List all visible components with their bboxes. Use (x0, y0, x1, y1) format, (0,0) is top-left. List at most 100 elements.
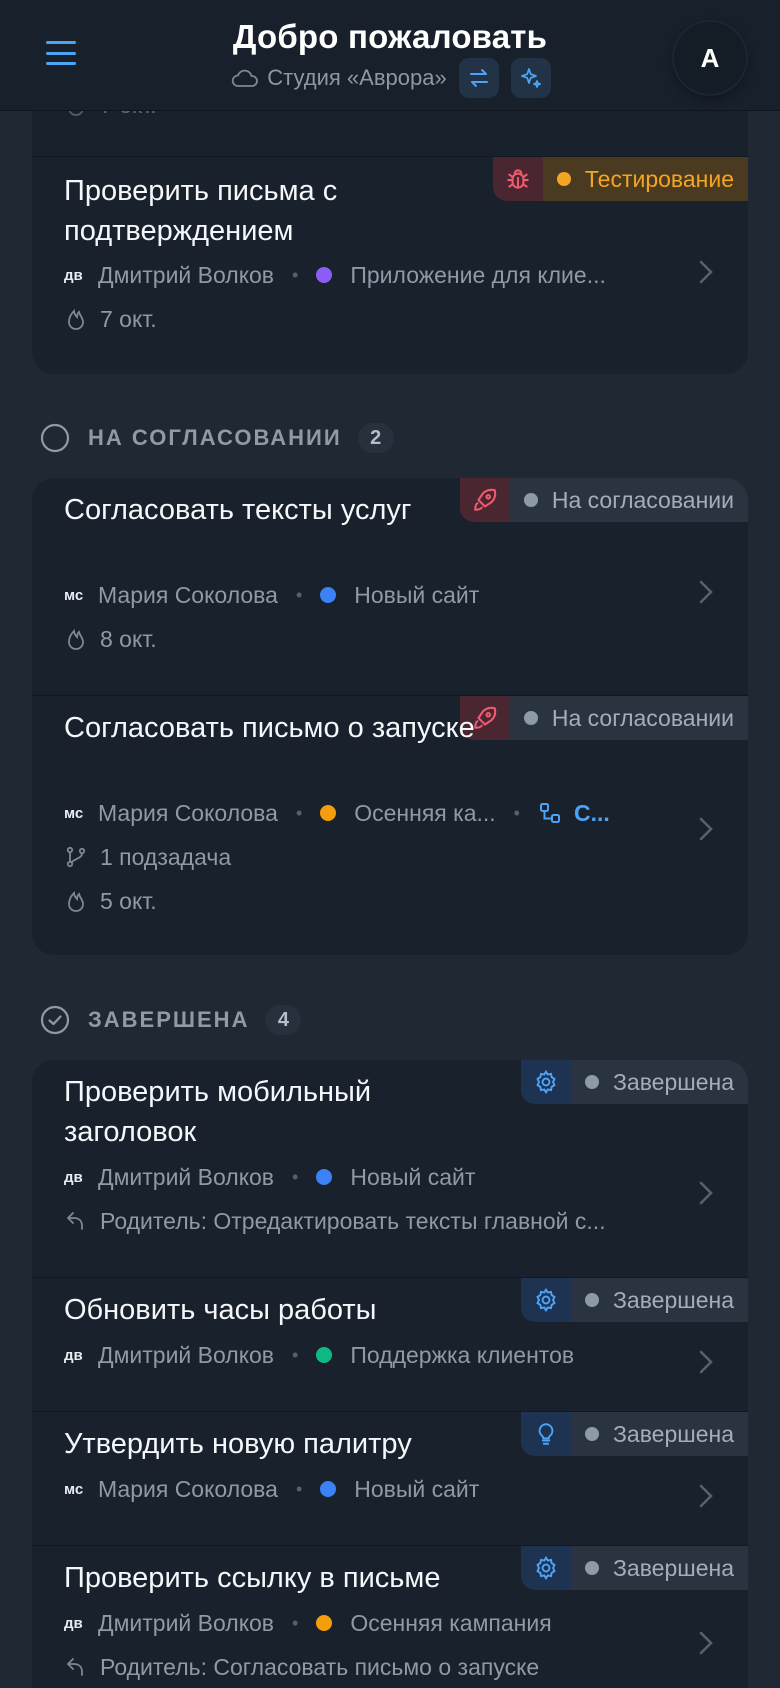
project-dot (316, 1347, 333, 1363)
assignee-initials: мс (64, 804, 84, 822)
task-meta: мс Мария Соколова • Новый сайт (64, 580, 668, 610)
flame-icon (68, 308, 84, 330)
corner-up-left-icon (67, 1212, 83, 1230)
task-row[interactable]: Тестирование Проверить письма с подтверж… (32, 156, 748, 374)
section-header-done[interactable]: ЗАВЕРШЕНА 4 (40, 1003, 302, 1037)
separator: • (513, 802, 520, 823)
task-subtasks: 1 подзадача (64, 842, 668, 872)
task-meta: мс Мария Соколова • Осенняя ка... • С... (64, 798, 668, 828)
task-meta: дв Дмитрий Волков • Осенняя кампания (64, 1608, 668, 1638)
status-label: Тестирование (584, 165, 734, 192)
status-dot (585, 1427, 600, 1441)
app-header: Добро пожаловать Студия «Аврора» A (0, 0, 780, 111)
chevron-right-icon (699, 260, 713, 284)
parent-task: Родитель: Отредактировать тексты главной… (100, 1207, 606, 1234)
workspace-bar: Студия «Аврора» (0, 58, 780, 98)
page-title: Добро пожаловать (232, 18, 548, 55)
circle-icon (40, 423, 70, 453)
task-row[interactable]: Завершена Утвердить новую палитру мс Мар… (32, 1411, 748, 1545)
task-title: Проверить письма с подтверждением (64, 175, 338, 247)
done-card-group: Завершена Проверить мобильный заголовок … (32, 1060, 748, 1688)
separator: • (295, 584, 303, 605)
status-dot (556, 172, 571, 186)
project-name: Новый сайт (350, 1163, 476, 1190)
flame-icon (68, 628, 84, 650)
section-count: 2 (357, 423, 394, 453)
chevron-right-icon (699, 1350, 713, 1374)
assignee-name: Дмитрий Волков (98, 1163, 275, 1190)
ai-assistant-button[interactable] (510, 58, 551, 98)
task-title: Согласовать тексты услуг (64, 494, 412, 526)
swap-arrows-icon (469, 69, 488, 87)
separator: • (295, 802, 303, 823)
task-meta: дв Дмитрий Волков • Поддержка клиентов (64, 1340, 668, 1370)
assignee-initials: мс (64, 1480, 84, 1498)
assignee-name: Дмитрий Волков (98, 1609, 275, 1636)
review-card-group: На согласовании Согласовать тексты услуг… (32, 478, 748, 955)
task-due: 7 окт. (64, 304, 668, 334)
task-row[interactable]: Завершена Обновить часы работы дв Дмитри… (32, 1277, 748, 1411)
assignee-name: Мария Соколова (98, 799, 278, 826)
project-dot (320, 1481, 337, 1497)
task-title: Утвердить новую палитру (64, 1428, 412, 1460)
assignee-initials: дв (64, 266, 83, 284)
cloud-icon (232, 69, 259, 87)
gear-icon (521, 1060, 572, 1104)
due-date: 7 окт. (100, 305, 157, 332)
section-count: 4 (265, 1005, 302, 1035)
task-title: Обновить часы работы (64, 1294, 377, 1326)
status-dot (523, 493, 538, 507)
status-badge: Тестирование (492, 157, 748, 201)
workspace-name[interactable]: Студия «Аврора» (267, 65, 446, 91)
assignee-initials: дв (64, 1168, 83, 1186)
assignee-name: Мария Соколова (98, 1475, 278, 1502)
status-label: На согласовании (551, 704, 734, 731)
section-label: ЗАВЕРШЕНА (88, 1007, 250, 1032)
status-dot (585, 1293, 600, 1307)
task-meta: дв Дмитрий Волков • Новый сайт (64, 1162, 668, 1192)
status-label: Завершена (613, 1420, 734, 1447)
project-dot (316, 1169, 333, 1185)
status-label: На согласовании (551, 486, 734, 513)
section-label: НА СОГЛАСОВАНИИ (88, 425, 342, 450)
task-parent: Родитель: Отредактировать тексты главной… (64, 1206, 668, 1236)
gear-icon (521, 1546, 572, 1590)
project-name: Осенняя кампания (350, 1609, 552, 1636)
chevron-right-icon (699, 1181, 713, 1205)
flame-icon (68, 890, 84, 912)
parent-task: Родитель: Согласовать письмо о запуске (100, 1653, 540, 1680)
project-dot (320, 805, 337, 821)
task-meta: дв Дмитрий Волков • Приложение для клие.… (64, 260, 668, 290)
assignee-name: Мария Соколова (98, 581, 278, 608)
task-row[interactable]: На согласовании Согласовать письмо о зап… (32, 695, 748, 955)
due-date: 5 окт. (100, 887, 157, 914)
separator: • (292, 1612, 299, 1633)
project-dot (316, 267, 333, 283)
linked-item[interactable]: С... (574, 800, 610, 827)
task-due: 8 окт. (64, 624, 668, 654)
assignee-initials: мс (64, 586, 84, 604)
assignee-name: Дмитрий Волков (98, 1341, 275, 1368)
project-name: Приложение для клие... (350, 261, 606, 288)
section-header-review[interactable]: НА СОГЛАСОВАНИИ 2 (40, 421, 394, 455)
status-dot (585, 1075, 600, 1089)
task-due: 5 окт. (64, 886, 668, 916)
task-row[interactable]: Завершена Проверить ссылку в письме дв Д… (32, 1545, 748, 1688)
switch-workspace-button[interactable] (458, 58, 499, 98)
chevron-right-icon (699, 1631, 713, 1655)
project-name: Осенняя ка... (354, 799, 496, 826)
task-parent: Родитель: Согласовать письмо о запуске (64, 1652, 668, 1682)
status-badge: Завершена (521, 1546, 748, 1590)
separator: • (292, 1166, 299, 1187)
task-title: Проверить мобильный заголовок (64, 1076, 372, 1148)
status-label: Завершена (613, 1554, 734, 1581)
sparkles-icon (520, 68, 541, 88)
task-meta: мс Мария Соколова • Новый сайт (64, 1474, 668, 1504)
task-row[interactable]: Завершена Проверить мобильный заголовок … (32, 1060, 748, 1277)
status-dot (523, 711, 538, 725)
task-row[interactable]: На согласовании Согласовать тексты услуг… (32, 478, 748, 695)
assignee-initials: дв (64, 1614, 83, 1632)
user-avatar[interactable]: A (674, 22, 746, 94)
check-circle-icon (40, 1005, 70, 1035)
project-name: Новый сайт (354, 1475, 480, 1502)
